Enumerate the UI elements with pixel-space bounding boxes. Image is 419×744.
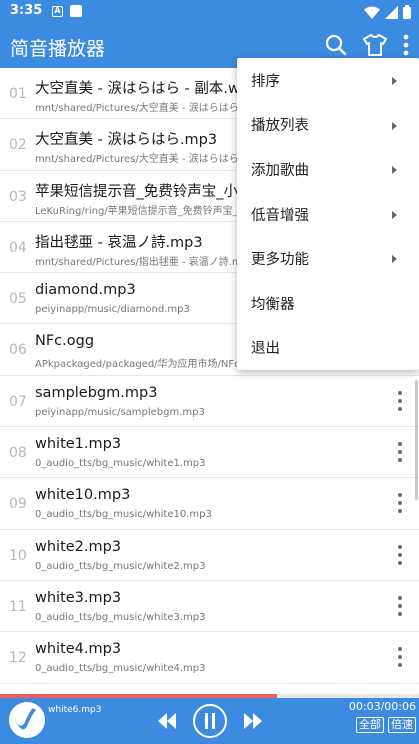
- song-path: mnt/shared/Pictures/指出毬亜 - 哀温ノ詩.mp3: [35, 256, 255, 268]
- more-vert-icon[interactable]: [403, 34, 409, 56]
- app-bar-actions: [325, 34, 409, 56]
- song-number: 08: [9, 445, 27, 462]
- song-number: 03: [9, 188, 27, 205]
- submenu-arrow-icon: [392, 166, 397, 175]
- submenu-arrow-icon: [392, 210, 397, 219]
- song-more-icon[interactable]: [397, 493, 403, 514]
- song-number: 10: [9, 547, 27, 564]
- wifi-icon: [364, 6, 380, 19]
- song-number: 06: [9, 342, 27, 359]
- song-row[interactable]: 12 white4.mp3 0_audio_tts/bg_music/white…: [0, 632, 419, 684]
- menu-item-label: 播放列表: [251, 118, 309, 135]
- song-title: 苹果短信提示音_免费铃声宝_小: [35, 183, 238, 200]
- menu-item-playlist[interactable]: 播放列表: [237, 103, 419, 148]
- song-title: diamond.mp3: [35, 282, 136, 299]
- song-title: white4.mp3: [35, 641, 122, 658]
- song-number: 05: [9, 291, 27, 308]
- song-path: APkpackaged/packaged/华为应用市场/NFc.ogg: [35, 359, 262, 371]
- menu-item-label: 低音增强: [251, 207, 309, 224]
- menu-item-label: 退出: [251, 341, 280, 358]
- next-icon[interactable]: [244, 713, 262, 729]
- list-scrollbar[interactable]: [415, 380, 418, 500]
- song-title: NFc.ogg: [35, 333, 95, 350]
- play-mode-all-button[interactable]: 全部: [356, 717, 384, 733]
- song-number: 12: [9, 650, 27, 667]
- song-number: 04: [9, 239, 27, 256]
- song-number: 02: [9, 137, 27, 154]
- battery-icon: [403, 5, 411, 19]
- song-row[interactable]: 07 samplebgm.mp3 peiyinapp/music/sampleb…: [0, 376, 419, 428]
- menu-item-sort[interactable]: 排序: [237, 58, 419, 103]
- menu-item-label: 更多功能: [251, 252, 309, 269]
- previous-icon[interactable]: [158, 713, 176, 729]
- song-number: 07: [9, 393, 27, 410]
- menu-item-more-features[interactable]: 更多功能: [237, 236, 419, 281]
- song-row[interactable]: 11 white3.mp3 0_audio_tts/bg_music/white…: [0, 581, 419, 633]
- status-bar: 3:35 A: [0, 0, 419, 24]
- notification-square-icon: [70, 5, 82, 17]
- notification-a-icon: A: [52, 6, 63, 17]
- playback-time: 00:03/00:06: [348, 700, 416, 713]
- app-logo-icon[interactable]: [9, 702, 45, 738]
- menu-item-label: 排序: [251, 73, 280, 90]
- song-row[interactable]: 08 white1.mp3 0_audio_tts/bg_music/white…: [0, 427, 419, 479]
- song-title: white10.mp3: [35, 487, 131, 504]
- search-icon[interactable]: [325, 34, 347, 56]
- submenu-arrow-icon: [392, 77, 397, 85]
- song-row[interactable]: 10 white2.mp3 0_audio_tts/bg_music/white…: [0, 530, 419, 581]
- song-path: peiyinapp/music/diamond.mp3: [35, 304, 190, 316]
- song-more-icon[interactable]: [397, 647, 403, 668]
- tshirt-icon[interactable]: [363, 34, 387, 56]
- song-path: 0_audio_tts/bg_music/white1.mp3: [35, 458, 206, 470]
- song-path: mnt/shared/Pictures/大空直美 - 涙はらはら.mp3: [35, 154, 265, 166]
- menu-item-label: 添加歌曲: [251, 162, 309, 179]
- overflow-menu: 排序 播放列表 添加歌曲 低音增强 更多功能 均衡器 退出: [237, 58, 419, 370]
- song-title: white1.mp3: [35, 436, 122, 453]
- menu-item-add-songs[interactable]: 添加歌曲: [237, 147, 419, 192]
- app-title: 简音播放器: [10, 38, 106, 60]
- pause-icon[interactable]: [193, 704, 227, 738]
- song-title: 大空直美 - 涙はらはら.mp3: [35, 132, 218, 149]
- status-icons: [364, 4, 411, 20]
- now-playing-name: white6.mp3: [48, 705, 102, 715]
- playback-controls: [158, 704, 262, 738]
- menu-item-exit[interactable]: 退出: [237, 326, 419, 371]
- song-path: LeKuRing/ring/苹果短信提示音_免费铃声宝_小: [35, 205, 248, 217]
- menu-item-label: 均衡器: [251, 296, 295, 313]
- playback-speed-button[interactable]: 倍速: [388, 717, 416, 733]
- signal-icon: [385, 5, 398, 19]
- song-row[interactable]: 09 white10.mp3 0_audio_tts/bg_music/whit…: [0, 478, 419, 530]
- status-time: 3:35: [10, 3, 43, 18]
- song-more-icon[interactable]: [397, 544, 403, 565]
- song-title: 指出毬亜 - 哀温ノ詩.mp3: [35, 234, 203, 251]
- song-path: 0_audio_tts/bg_music/white3.mp3: [35, 611, 206, 623]
- song-title: white2.mp3: [35, 538, 122, 555]
- song-path: 0_audio_tts/bg_music/white4.mp3: [35, 663, 206, 675]
- song-title: white3.mp3: [35, 589, 122, 606]
- song-path: 0_audio_tts/bg_music/white10.mp3: [35, 509, 212, 521]
- menu-item-equalizer[interactable]: 均衡器: [237, 281, 419, 326]
- song-more-icon[interactable]: [397, 390, 403, 411]
- song-title: 大空直美 - 涙はらはら - 副本.wav: [35, 81, 258, 97]
- submenu-arrow-icon: [392, 255, 397, 264]
- submenu-arrow-icon: [392, 121, 397, 130]
- menu-item-bass-boost[interactable]: 低音增强: [237, 192, 419, 237]
- player-mode-buttons: 全部 倍速: [356, 717, 416, 733]
- song-number: 11: [9, 598, 27, 615]
- song-title: samplebgm.mp3: [35, 384, 158, 401]
- player-bar: white6.mp3 00:03/00:06 全部 倍速: [0, 698, 419, 744]
- song-more-icon[interactable]: [397, 595, 403, 616]
- song-number: 09: [9, 496, 27, 513]
- song-path: peiyinapp/music/samplebgm.mp3: [35, 406, 205, 418]
- song-more-icon[interactable]: [397, 442, 403, 463]
- song-number: 01: [9, 86, 27, 102]
- song-path: 0_audio_tts/bg_music/white2.mp3: [35, 560, 206, 572]
